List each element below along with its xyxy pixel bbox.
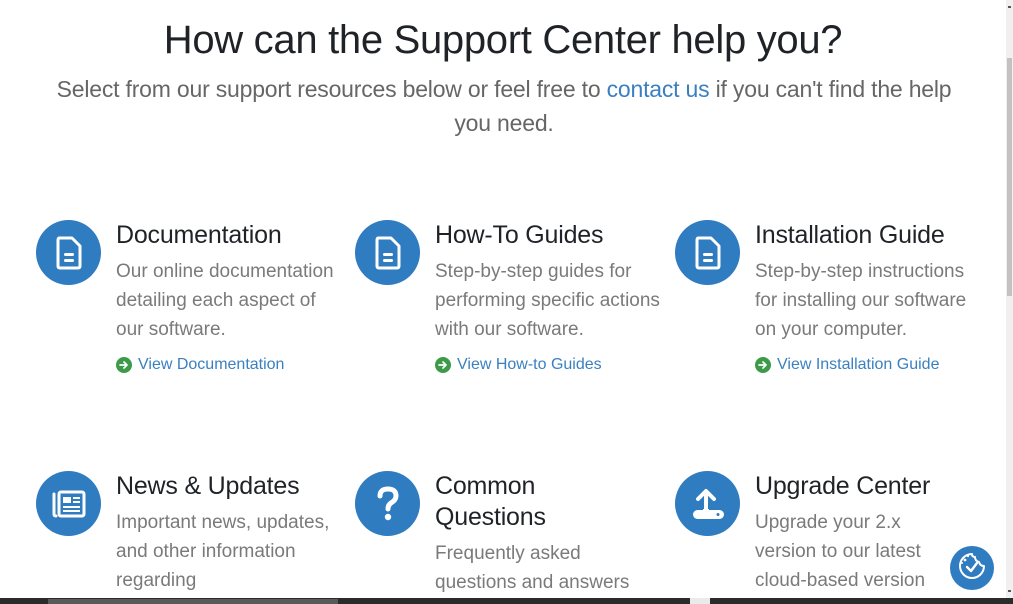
question-icon: [375, 485, 401, 522]
newspaper-icon: [51, 489, 87, 519]
card-description: Step-by-step guides for performing speci…: [435, 261, 660, 340]
page-subtitle: Select from our support resources below …: [40, 72, 968, 140]
scroll-up-arrow-icon[interactable]: [1008, 6, 1011, 8]
document-icon: [55, 236, 83, 270]
arrow-right-circle-icon: [755, 357, 771, 373]
card-icon-circle[interactable]: [355, 220, 420, 285]
arrow-right-circle-icon: [116, 357, 132, 373]
contact-us-link[interactable]: contact us: [607, 76, 710, 102]
taskbar-edge: [0, 598, 1013, 604]
card-description: Frequently asked questions and answers: [435, 543, 630, 593]
vertical-scrollbar[interactable]: [1006, 0, 1013, 598]
cookie-check-icon: [957, 551, 987, 586]
card-title: Documentation: [116, 221, 282, 249]
subtitle-text-before: Select from our support resources below …: [56, 76, 607, 102]
document-icon: [694, 236, 722, 270]
card-icon-circle[interactable]: [675, 471, 740, 536]
taskbar-segment: [48, 599, 338, 604]
card-description: Important news, updates, and other infor…: [116, 512, 330, 591]
arrow-right-circle-icon: [435, 357, 451, 373]
card-icon-circle[interactable]: [675, 220, 740, 285]
link-label: View Installation Guide: [777, 356, 940, 373]
view-installation-guide-link[interactable]: View Installation Guide: [755, 354, 980, 376]
scrollbar-thumb[interactable]: [1007, 58, 1012, 296]
page-title: How can the Support Center help you?: [163, 18, 843, 62]
card-description: Upgrade your 2.x version to our latest c…: [755, 512, 926, 591]
view-how-to-guides-link[interactable]: View How-to Guides: [435, 354, 660, 376]
card-icon-circle[interactable]: [36, 220, 101, 285]
card-description: Step-by-step instructions for installing…: [755, 261, 967, 340]
card-icon-circle[interactable]: [36, 471, 101, 536]
card-description: Our online documentation detailing each …: [116, 261, 334, 340]
card-title: Common Questions: [435, 472, 546, 531]
card-title: Upgrade Center: [755, 472, 931, 500]
card-icon-circle[interactable]: [355, 471, 420, 536]
card-title: News & Updates: [116, 472, 300, 500]
scroll-down-arrow-icon[interactable]: [1008, 590, 1011, 592]
view-documentation-link[interactable]: View Documentation: [116, 354, 341, 376]
support-center-page: How can the Support Center help you? Sel…: [0, 0, 1006, 598]
cookie-consent-button[interactable]: [950, 546, 994, 590]
card-title: How-To Guides: [435, 221, 604, 249]
card-title: Installation Guide: [755, 221, 945, 249]
taskbar-segment: [690, 598, 710, 604]
upload-icon: [690, 486, 726, 522]
link-label: View Documentation: [138, 356, 285, 373]
document-icon: [374, 236, 402, 270]
link-label: View How-to Guides: [457, 356, 602, 373]
